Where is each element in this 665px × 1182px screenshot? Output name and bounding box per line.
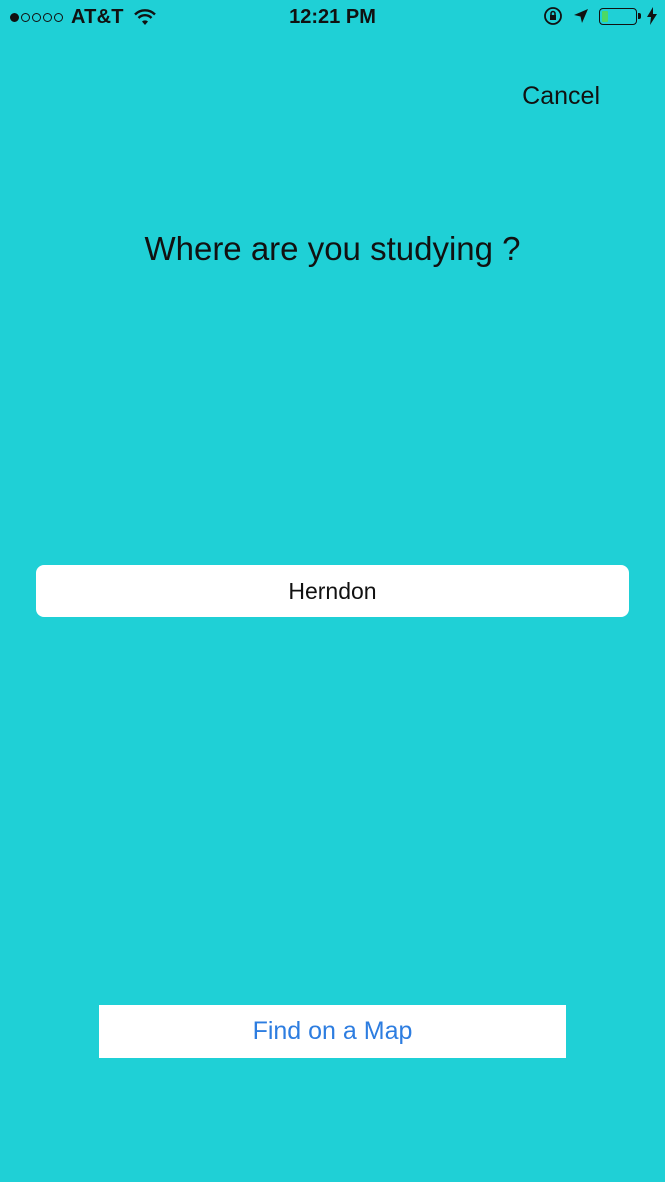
battery-cap (638, 12, 641, 19)
page-title: Where are you studying ? (144, 230, 521, 267)
charging-bolt-icon (647, 7, 657, 25)
find-on-map-button[interactable]: Find on a Map (99, 1005, 566, 1058)
cancel-button[interactable]: Cancel (522, 82, 600, 111)
status-right (543, 6, 657, 26)
status-bar: AT&T 12:21 PM (0, 0, 665, 40)
location-arrow-icon (574, 9, 588, 23)
orientation-lock-icon (544, 7, 562, 25)
battery-level (602, 10, 608, 22)
location-field[interactable] (36, 565, 629, 617)
battery-icon (599, 7, 641, 25)
